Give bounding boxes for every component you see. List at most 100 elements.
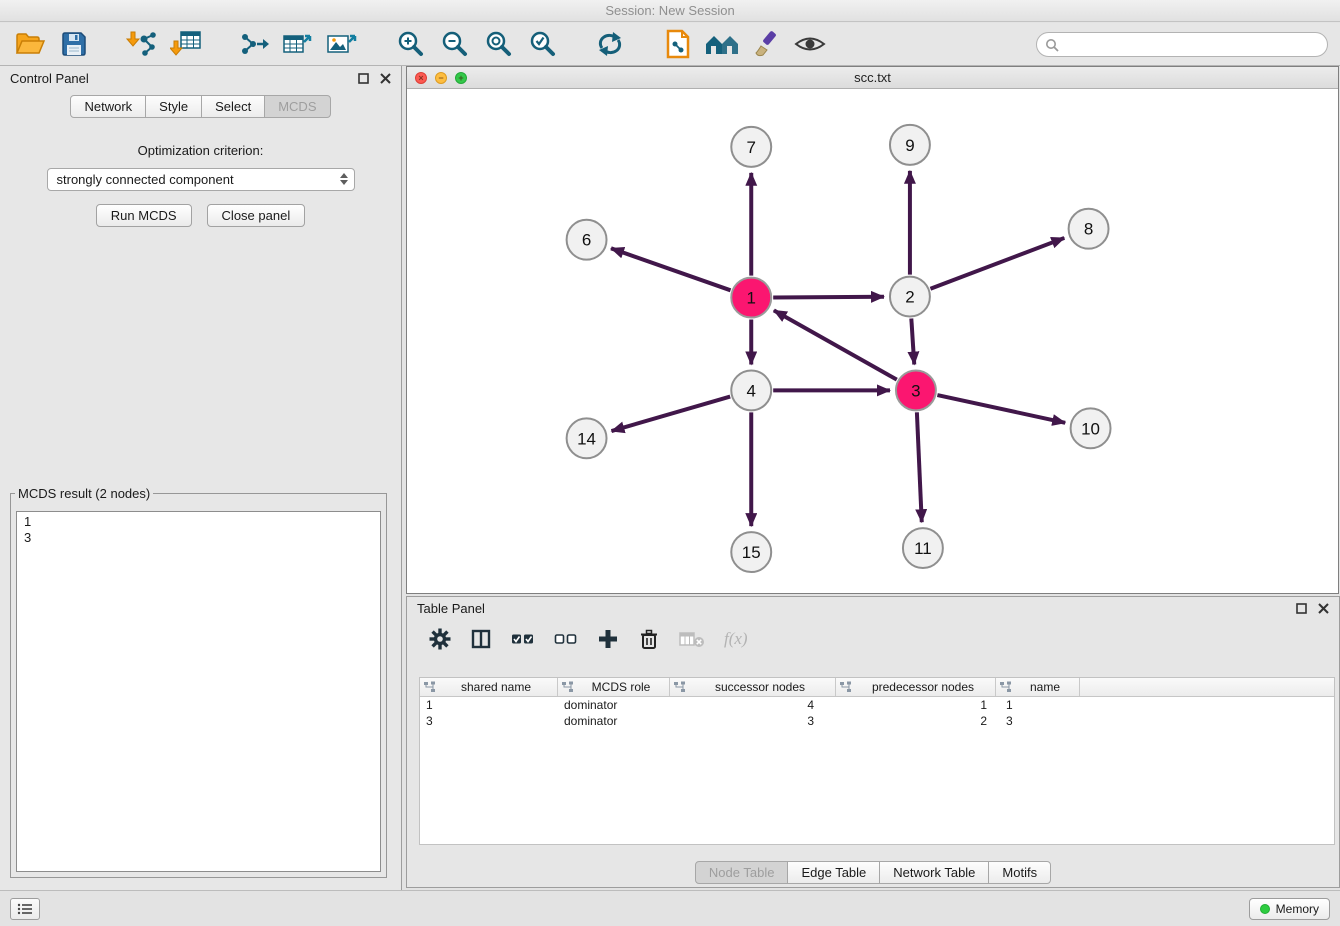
- table-cell[interactable]: 1: [836, 697, 996, 713]
- tab-style[interactable]: Style: [145, 95, 202, 118]
- import-table-button[interactable]: [168, 27, 204, 61]
- run-mcds-button[interactable]: Run MCDS: [96, 204, 192, 227]
- column-header-shared-name[interactable]: shared name: [420, 678, 558, 696]
- show-column-icon[interactable]: [470, 628, 492, 650]
- close-table-panel-icon[interactable]: [1318, 603, 1329, 614]
- edge-4-14[interactable]: [611, 397, 730, 432]
- edge-3-1[interactable]: [774, 310, 897, 379]
- tab-network-table[interactable]: Network Table: [879, 861, 989, 884]
- result-line: 1: [24, 514, 373, 530]
- edge-3-10[interactable]: [937, 395, 1065, 423]
- edge-2-8[interactable]: [930, 238, 1064, 289]
- svg-text:2: 2: [905, 288, 914, 307]
- table-cell[interactable]: dominator: [558, 713, 670, 729]
- node-1[interactable]: 1: [731, 278, 771, 318]
- search-box[interactable]: [1036, 32, 1328, 57]
- style-paint-button[interactable]: [748, 27, 784, 61]
- table-row[interactable]: 3dominator323: [420, 713, 1334, 729]
- node-2[interactable]: 2: [890, 277, 930, 317]
- zoom-fit-icon: [484, 30, 512, 58]
- node-8[interactable]: 8: [1069, 209, 1109, 249]
- zoom-out-button[interactable]: [436, 27, 472, 61]
- zoom-fit-button[interactable]: [480, 27, 516, 61]
- svg-text:1: 1: [747, 289, 756, 308]
- refresh-view-button[interactable]: [592, 27, 628, 61]
- delete-table-icon-disabled: [679, 630, 705, 648]
- table-cell[interactable]: 3: [420, 713, 558, 729]
- table-cell[interactable]: dominator: [558, 697, 670, 713]
- tab-motifs[interactable]: Motifs: [988, 861, 1051, 884]
- table-cell[interactable]: 1: [996, 697, 1080, 713]
- column-header-successor-nodes[interactable]: successor nodes: [670, 678, 836, 696]
- table-cell[interactable]: 3: [996, 713, 1080, 729]
- node-14[interactable]: 14: [567, 418, 607, 458]
- task-history-button[interactable]: [10, 898, 40, 920]
- network-view[interactable]: 7 9 6 8 1 2 4 3 14 10 15 11: [407, 89, 1338, 593]
- node-15[interactable]: 15: [731, 532, 771, 572]
- edge-3-11[interactable]: [917, 412, 922, 522]
- zoom-selected-button[interactable]: [524, 27, 560, 61]
- unselect-all-icon[interactable]: [554, 631, 578, 647]
- close-panel-button[interactable]: Close panel: [207, 204, 306, 227]
- tab-mcds[interactable]: MCDS: [264, 95, 330, 118]
- new-network-button[interactable]: [236, 27, 272, 61]
- column-header-predecessor-nodes[interactable]: predecessor nodes: [836, 678, 996, 696]
- open-session-button[interactable]: [12, 27, 48, 61]
- delete-column-trash-icon[interactable]: [638, 628, 660, 650]
- first-neighbors-button[interactable]: [704, 27, 740, 61]
- tab-edge-table[interactable]: Edge Table: [787, 861, 880, 884]
- column-header-MCDS-role[interactable]: MCDS role: [558, 678, 670, 696]
- node-4[interactable]: 4: [731, 370, 771, 410]
- export-table-button[interactable]: [280, 27, 316, 61]
- node-10[interactable]: 10: [1071, 408, 1111, 448]
- float-table-panel-icon[interactable]: [1296, 603, 1307, 614]
- network-canvas[interactable]: 7 9 6 8 1 2 4 3 14 10 15 11: [407, 89, 1338, 593]
- minimize-window-button[interactable]: −: [435, 72, 447, 84]
- new-network-icon: [239, 30, 269, 58]
- table-cell[interactable]: 2: [836, 713, 996, 729]
- export-image-button[interactable]: [324, 27, 360, 61]
- float-panel-icon[interactable]: [358, 73, 369, 84]
- tab-network[interactable]: Network: [70, 95, 146, 118]
- maximize-window-button[interactable]: +: [455, 72, 467, 84]
- edge-1-6[interactable]: [611, 248, 730, 290]
- select-all-icon[interactable]: [511, 631, 535, 647]
- save-session-button[interactable]: [56, 27, 92, 61]
- tab-node-table[interactable]: Node Table: [695, 861, 789, 884]
- node-9[interactable]: 9: [890, 125, 930, 165]
- mcds-result-list[interactable]: 13: [16, 511, 381, 872]
- table-settings-gear-icon[interactable]: [429, 628, 451, 650]
- export-image-icon: [326, 30, 358, 58]
- zoom-selected-icon: [528, 30, 556, 58]
- paint-brush-icon: [751, 30, 781, 58]
- node-7[interactable]: 7: [731, 127, 771, 167]
- close-window-button[interactable]: ×: [415, 72, 427, 84]
- memory-button[interactable]: Memory: [1249, 898, 1330, 920]
- create-column-plus-icon[interactable]: [597, 628, 619, 650]
- svg-text:15: 15: [742, 543, 761, 562]
- show-hide-button[interactable]: [792, 27, 828, 61]
- close-panel-icon[interactable]: [380, 73, 391, 84]
- edge-2-3[interactable]: [911, 318, 914, 364]
- table-cell[interactable]: 4: [670, 697, 836, 713]
- search-input[interactable]: [1063, 36, 1313, 53]
- network-window-titlebar[interactable]: × − + scc.txt: [407, 67, 1338, 89]
- result-line: 3: [24, 530, 373, 546]
- tab-select[interactable]: Select: [201, 95, 265, 118]
- zoom-in-button[interactable]: [392, 27, 428, 61]
- table-cell[interactable]: 1: [420, 697, 558, 713]
- node-3[interactable]: 3: [896, 370, 936, 410]
- table-cell[interactable]: 3: [670, 713, 836, 729]
- node-11[interactable]: 11: [903, 528, 943, 568]
- table-row[interactable]: 1dominator411: [420, 697, 1334, 713]
- node-6[interactable]: 6: [567, 220, 607, 260]
- criterion-select[interactable]: strongly connected component: [47, 168, 355, 191]
- column-header-name[interactable]: name: [996, 678, 1080, 696]
- import-network-button[interactable]: [124, 27, 160, 61]
- open-folder-icon: [15, 31, 45, 57]
- control-panel-tabs: Network Style Select MCDS: [0, 95, 401, 118]
- column-header-filler: [1080, 678, 1334, 696]
- edge-1-2[interactable]: [773, 297, 884, 298]
- task-list-icon: [17, 903, 33, 915]
- network-snapshot-button[interactable]: [660, 27, 696, 61]
